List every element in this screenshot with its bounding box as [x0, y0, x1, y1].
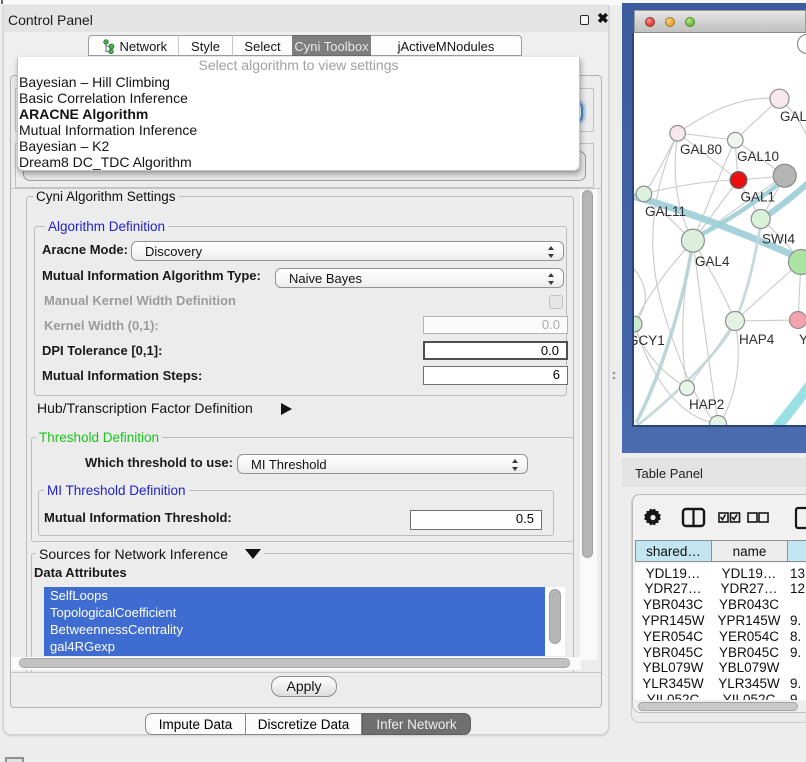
svg-text:GAL80: GAL80 — [680, 142, 722, 157]
svg-text:GAL11: GAL11 — [645, 204, 686, 219]
svg-text:HAP4: HAP4 — [739, 332, 775, 347]
svg-text:SWI4: SWI4 — [762, 232, 795, 247]
svg-text:GCY1: GCY1 — [634, 333, 665, 348]
svg-text:GAL4: GAL4 — [695, 254, 730, 269]
svg-text:GAL10: GAL10 — [737, 149, 779, 164]
svg-text:Y: Y — [799, 332, 806, 347]
svg-text:GAL: GAL — [780, 109, 806, 124]
svg-text:HAP2: HAP2 — [689, 397, 724, 412]
svg-text:GAL1: GAL1 — [741, 190, 776, 205]
